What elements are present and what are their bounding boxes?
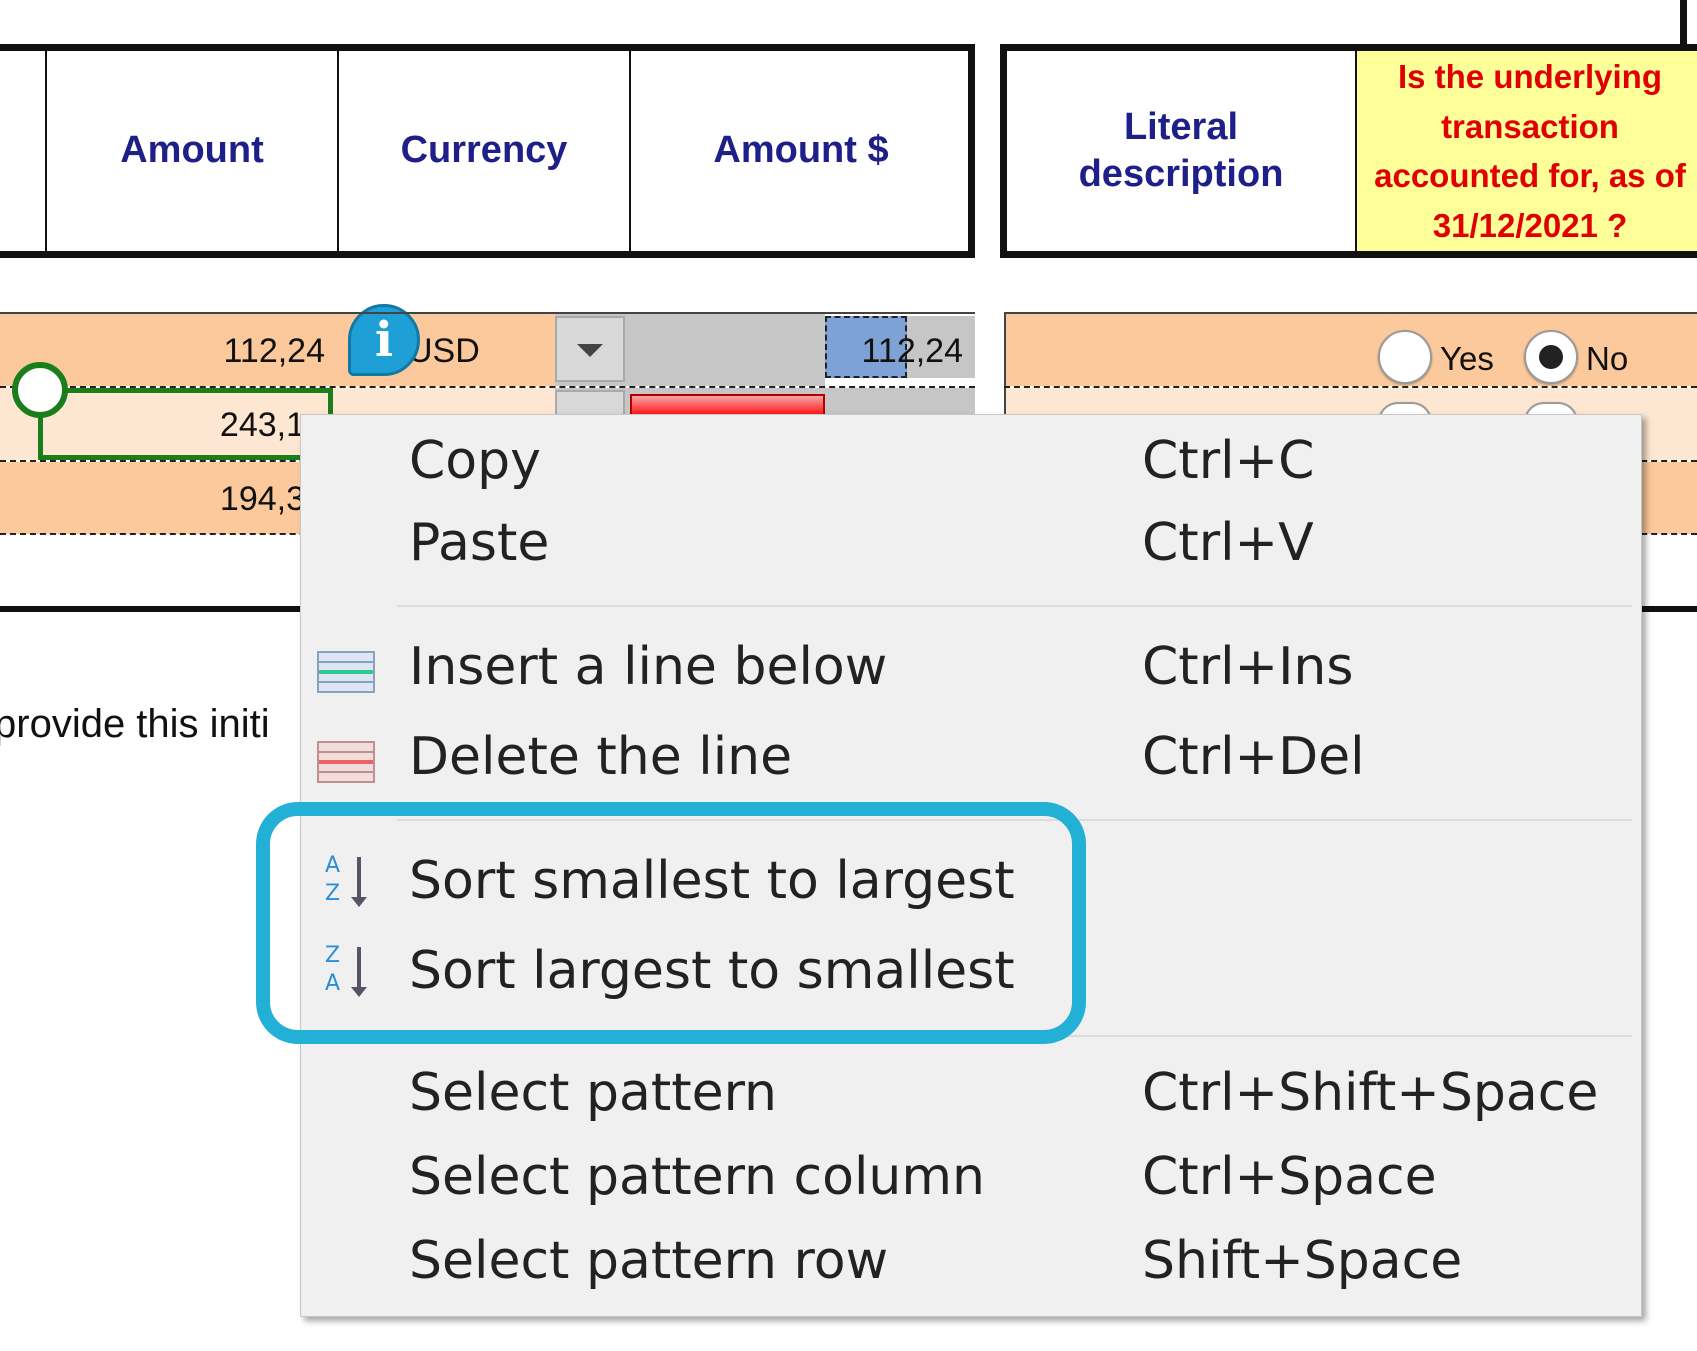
amount-usd-cell[interactable]: 112,24 [825,332,963,371]
radio-yes[interactable] [1378,330,1432,384]
menu-item-shortcut: Ctrl+V [1142,513,1314,573]
info-icon[interactable]: i [348,304,420,376]
radio-no[interactable] [1524,330,1578,384]
row-divider [1004,386,1697,388]
menu-item-shortcut: Shift+Space [1142,1231,1463,1291]
menu-item-label: Select pattern [409,1063,778,1123]
delete-row-icon [317,741,375,783]
menu-item-shortcut: Ctrl+Space [1142,1147,1437,1207]
table-top-border [0,312,975,314]
column-header-amount: Amount [120,129,264,172]
menu-item-shortcut: Ctrl+Ins [1142,637,1354,697]
red-marker [630,394,825,416]
menu-item-delete-line[interactable]: Delete the line Ctrl+Del [301,715,1641,803]
top-frame-edge [1680,0,1687,48]
radio-no-label: No [1586,340,1629,377]
header-table-right: Literal description Is the underlying tr… [1000,44,1697,258]
menu-item-label: Copy [409,431,541,491]
menu-item-label: Select pattern row [409,1231,889,1291]
insert-row-icon [317,651,375,693]
selection-handle[interactable] [12,362,68,418]
header-table-left: Amount Currency Amount $ [0,44,975,258]
amount-cell[interactable]: 194,3 [0,480,305,519]
menu-item-select-pattern-column[interactable]: Select pattern column Ctrl+Space [301,1139,1641,1217]
chevron-down-icon [577,344,603,357]
table-top-border [1004,312,1697,314]
menu-item-insert-line[interactable]: Insert a line below Ctrl+Ins [301,625,1641,713]
column-header-literal-description: Literal description [1078,105,1284,196]
radio-selected-dot [1539,345,1563,369]
column-header-amount-usd: Amount $ [713,129,889,172]
menu-item-label: Delete the line [409,727,793,787]
menu-item-label: Select pattern column [409,1147,985,1207]
menu-separator [397,605,1632,607]
menu-item-paste[interactable]: Paste Ctrl+V [301,507,1641,585]
currency-dropdown-button[interactable] [555,390,625,416]
radio-yes-label: Yes [1440,340,1494,377]
menu-item-select-pattern-row[interactable]: Select pattern row Shift+Space [301,1223,1641,1301]
menu-item-shortcut: Ctrl+Del [1142,727,1365,787]
menu-item-shortcut: Ctrl+C [1142,431,1315,491]
menu-item-label: Paste [409,513,550,573]
instruction-text: provide this initi [0,702,270,746]
sort-items-highlight [256,802,1086,1044]
menu-item-copy[interactable]: Copy Ctrl+C [301,425,1641,503]
menu-item-label: Insert a line below [409,637,888,697]
menu-item-shortcut: Ctrl+Shift+Space [1142,1063,1599,1123]
menu-item-select-pattern[interactable]: Select pattern Ctrl+Shift+Space [301,1055,1641,1133]
currency-dropdown-button[interactable] [555,316,625,382]
column-header-accounted-question: Is the underlying transaction accounted … [1357,51,1697,251]
column-header-currency: Currency [400,129,568,172]
selection-frame [38,388,333,460]
